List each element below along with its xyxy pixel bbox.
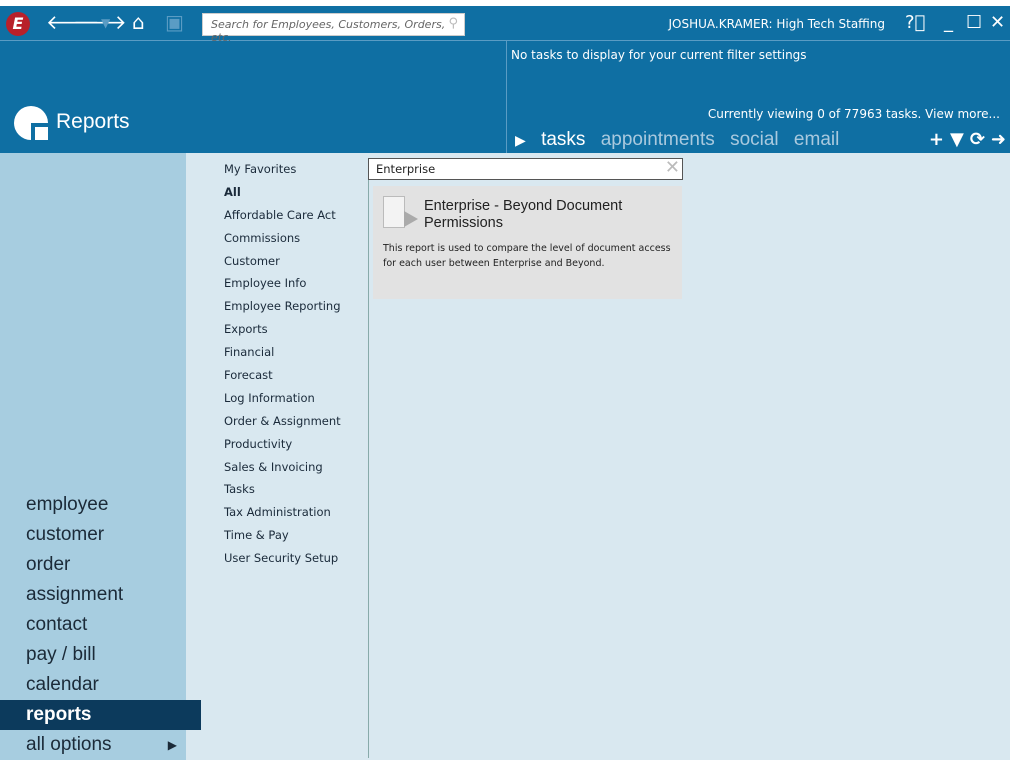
report-title: Enterprise - Beyond Document Permissions bbox=[424, 198, 623, 231]
category-item[interactable]: Time & Pay bbox=[224, 526, 341, 549]
report-card[interactable]: Enterprise - Beyond Document Permissions… bbox=[373, 186, 682, 299]
category-item[interactable]: Order & Assignment bbox=[224, 412, 341, 435]
tab-email[interactable]: email bbox=[794, 129, 839, 150]
category-item[interactable]: Employee Info bbox=[224, 274, 341, 297]
category-item[interactable]: Forecast bbox=[224, 366, 341, 389]
category-item[interactable]: Tasks bbox=[224, 480, 341, 503]
category-item[interactable]: User Security Setup bbox=[224, 549, 341, 572]
nav-customer[interactable]: customer bbox=[0, 520, 201, 550]
main-nav: employee customer order assignment conta… bbox=[0, 490, 201, 760]
category-item[interactable]: Log Information bbox=[224, 389, 341, 412]
global-search-input[interactable]: Search for Employees, Customers, Orders,… bbox=[202, 13, 465, 44]
category-item[interactable]: Sales & Invoicing bbox=[224, 458, 341, 481]
nav-order[interactable]: order bbox=[0, 550, 201, 580]
filter-value: Enterprise bbox=[376, 162, 436, 176]
category-item[interactable]: Commissions bbox=[224, 229, 341, 252]
category-item[interactable]: Customer bbox=[224, 252, 341, 275]
close-icon[interactable]: ✕ bbox=[990, 12, 1005, 33]
task-pane: No tasks to display for your current fil… bbox=[506, 41, 1010, 153]
add-icon[interactable]: + bbox=[929, 129, 944, 150]
nav-pay-bill[interactable]: pay / bill bbox=[0, 640, 201, 670]
nav-reports[interactable]: reports bbox=[0, 700, 201, 730]
nav-all-options-label: all options bbox=[26, 734, 112, 755]
user-label: JOSHUA.KRAMER: High Tech Staffing bbox=[668, 17, 886, 31]
report-document-icon bbox=[383, 196, 418, 228]
help-icon[interactable]: ?⃝ bbox=[905, 12, 925, 33]
expand-icon[interactable]: ▶ bbox=[515, 132, 526, 148]
nav-calendar[interactable]: calendar bbox=[0, 670, 201, 700]
category-item[interactable]: Financial bbox=[224, 343, 341, 366]
nav-contact[interactable]: contact bbox=[0, 610, 201, 640]
divider bbox=[368, 178, 369, 758]
category-item[interactable]: Affordable Care Act bbox=[224, 206, 341, 229]
clear-icon[interactable]: ✕ bbox=[665, 157, 680, 178]
nav-all-options[interactable]: all options ▶ bbox=[0, 730, 201, 760]
tab-social[interactable]: social bbox=[730, 129, 779, 150]
report-description: This report is used to compare the level… bbox=[383, 243, 671, 269]
report-filter-input[interactable]: Enterprise ✕ bbox=[368, 157, 683, 180]
category-item[interactable]: My Favorites bbox=[224, 160, 341, 183]
reports-icon bbox=[14, 106, 48, 140]
search-icon[interactable]: ⚲ bbox=[448, 16, 458, 31]
category-item[interactable]: All bbox=[224, 183, 341, 206]
view-more-link[interactable]: Currently viewing 0 of 77963 tasks. View… bbox=[708, 107, 1000, 121]
refresh-icon[interactable]: ⟳ bbox=[970, 129, 985, 150]
maximize-icon[interactable]: ☐ bbox=[966, 12, 982, 33]
category-list: My Favorites All Affordable Care Act Com… bbox=[224, 160, 341, 572]
save-icon[interactable]: ▣ bbox=[165, 10, 184, 34]
category-item[interactable]: Exports bbox=[224, 320, 341, 343]
filter-icon[interactable]: ▼ bbox=[950, 129, 964, 150]
category-item[interactable]: Tax Administration bbox=[224, 503, 341, 526]
chevron-right-icon: ▶ bbox=[167, 738, 177, 752]
task-tabs: ▶ tasks appointments social email bbox=[515, 129, 849, 151]
go-arrow-icon[interactable]: ➜ bbox=[991, 129, 1006, 150]
app-logo[interactable]: E bbox=[6, 12, 30, 36]
tab-appointments[interactable]: appointments bbox=[601, 129, 715, 150]
task-actions: + ▼ ⟳ ➜ bbox=[923, 129, 1006, 150]
toolbar: E 🡐 🡒 ▼ ⌂ ▣ Search for Employees, Custom… bbox=[0, 6, 1010, 44]
home-icon[interactable]: ⌂ bbox=[132, 10, 145, 34]
history-dropdown-icon[interactable]: ▼ bbox=[101, 16, 110, 30]
page-title: Reports bbox=[56, 110, 130, 133]
search-placeholder: Search for Employees, Customers, Orders,… bbox=[211, 18, 446, 44]
tab-tasks[interactable]: tasks bbox=[541, 129, 585, 150]
nav-employee[interactable]: employee bbox=[0, 490, 201, 520]
forward-arrow-icon[interactable]: 🡒 bbox=[73, 10, 127, 34]
minimize-icon[interactable]: _ bbox=[944, 12, 953, 33]
category-item[interactable]: Employee Reporting bbox=[224, 297, 341, 320]
no-tasks-message: No tasks to display for your current fil… bbox=[511, 48, 807, 62]
category-item[interactable]: Productivity bbox=[224, 435, 341, 458]
nav-assignment[interactable]: assignment bbox=[0, 580, 201, 610]
